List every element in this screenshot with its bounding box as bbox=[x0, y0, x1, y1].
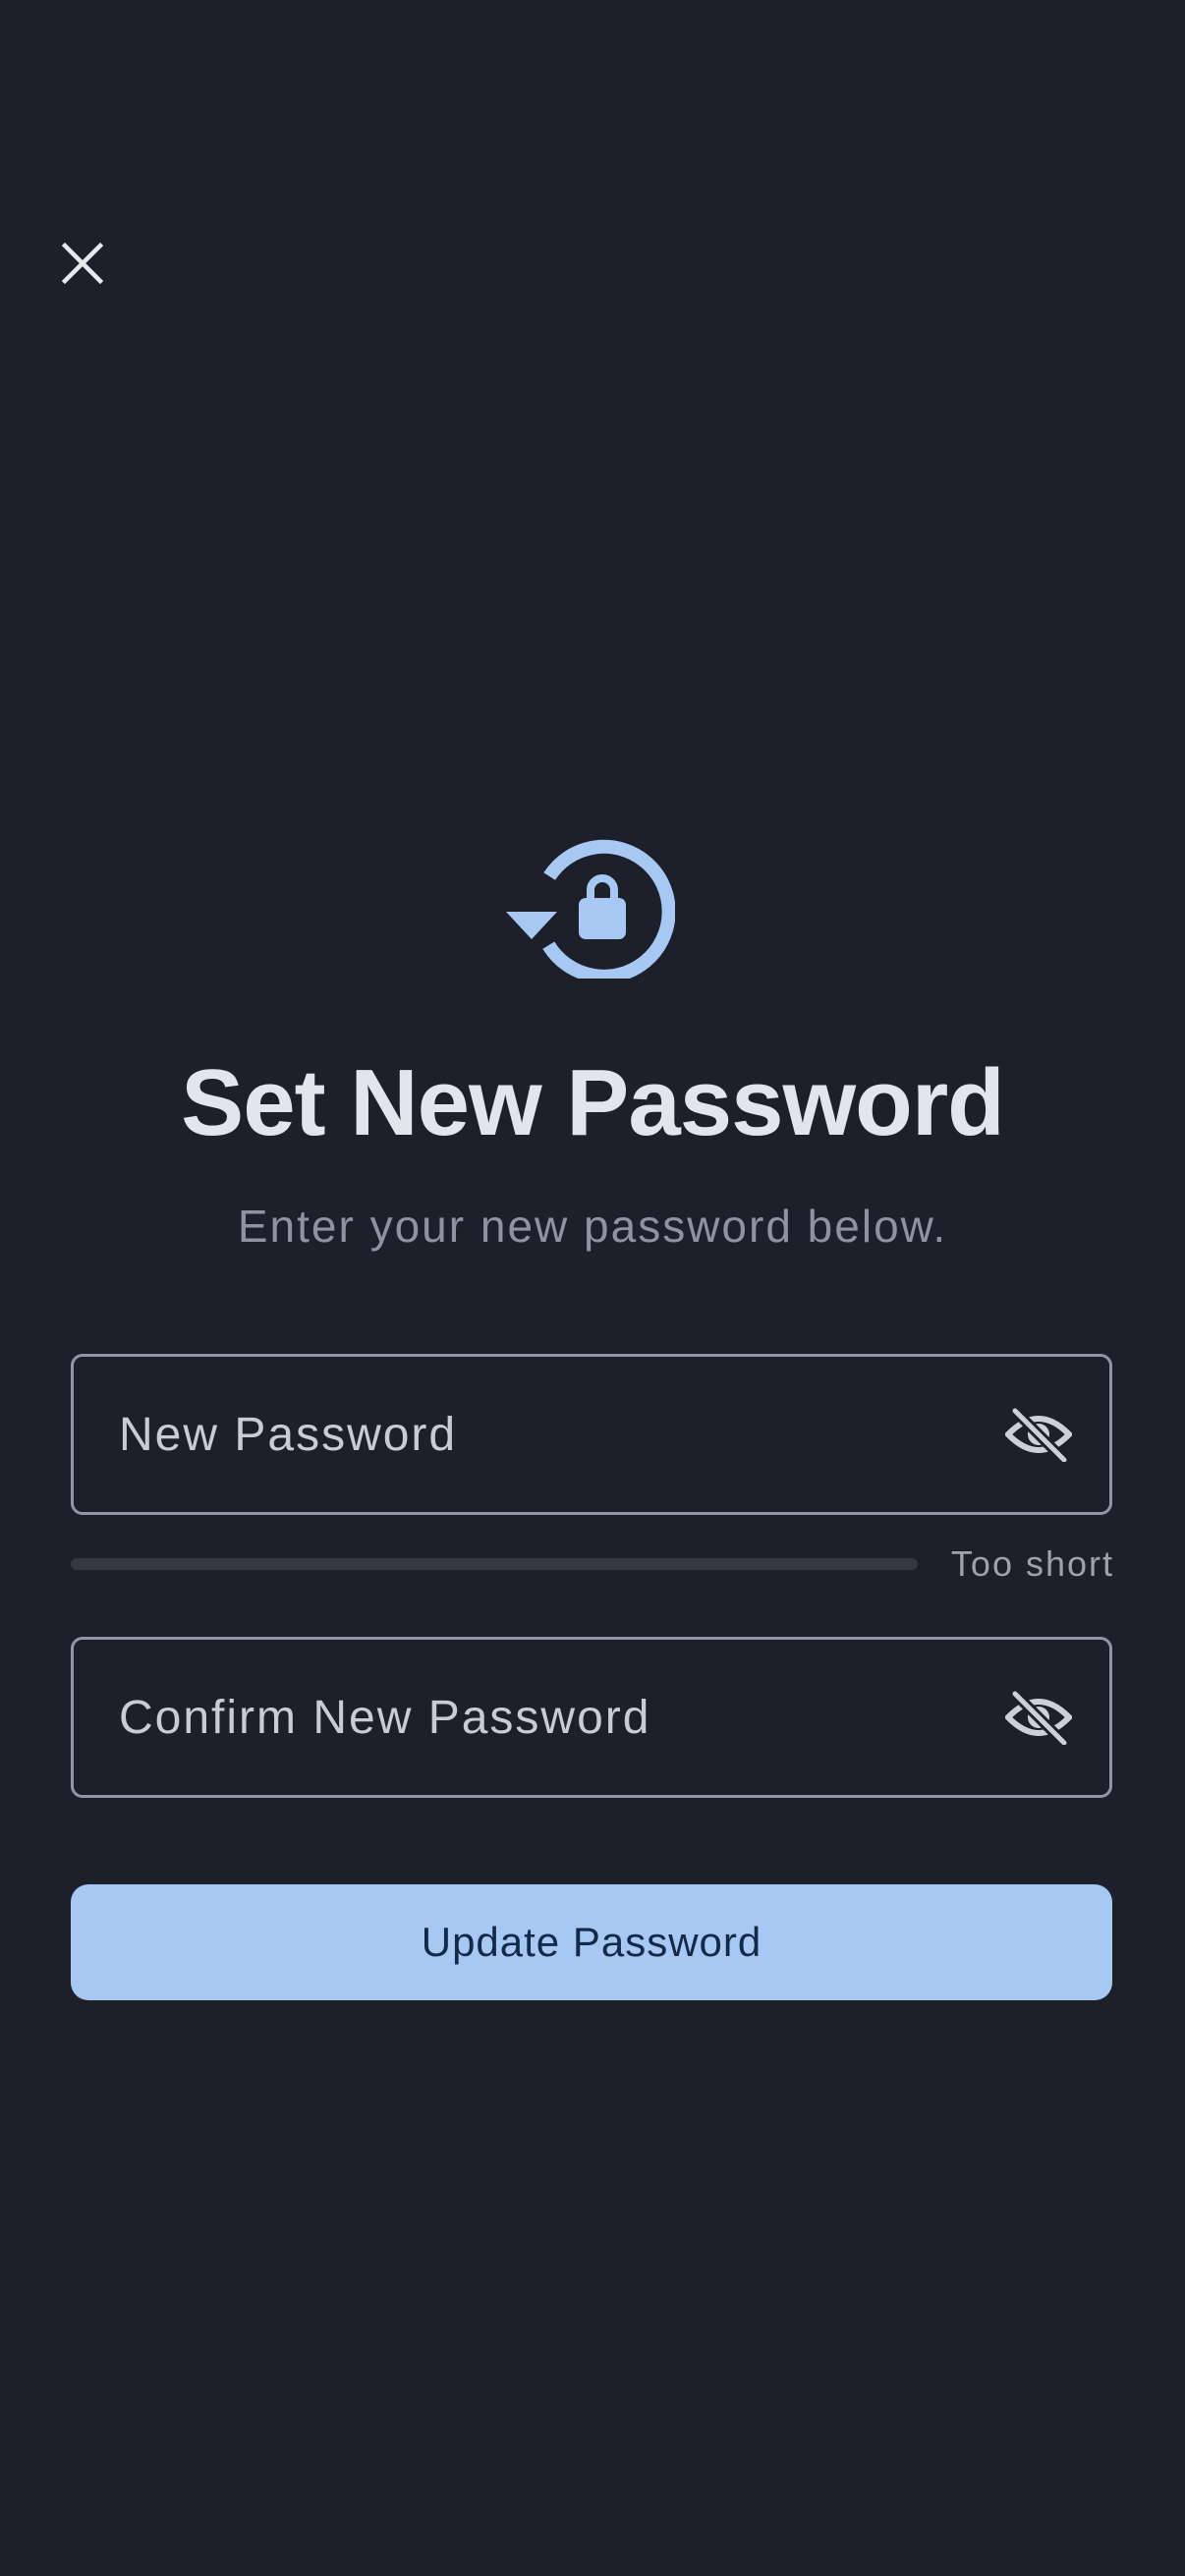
password-strength-bar bbox=[71, 1558, 918, 1570]
new-password-label: New Password bbox=[119, 1408, 458, 1461]
lock-reset-icon bbox=[506, 833, 676, 983]
confirm-password-field[interactable]: Confirm New Password bbox=[71, 1637, 1112, 1798]
new-password-field[interactable]: New Password bbox=[71, 1354, 1112, 1515]
page-subtitle: Enter your new password below. bbox=[237, 1201, 948, 1252]
toggle-new-password-visibility-button[interactable] bbox=[1003, 1399, 1074, 1470]
close-button[interactable] bbox=[49, 230, 116, 297]
password-strength-label: Too short bbox=[950, 1543, 1114, 1584]
eye-off-icon bbox=[1005, 1690, 1072, 1745]
eye-off-icon bbox=[1005, 1407, 1072, 1462]
confirm-password-label: Confirm New Password bbox=[119, 1691, 651, 1744]
toggle-confirm-password-visibility-button[interactable] bbox=[1003, 1682, 1074, 1753]
page-title: Set New Password bbox=[181, 1050, 1005, 1155]
update-password-label: Update Password bbox=[421, 1919, 762, 1965]
close-icon bbox=[61, 242, 104, 285]
update-password-button[interactable]: Update Password bbox=[71, 1884, 1112, 2000]
